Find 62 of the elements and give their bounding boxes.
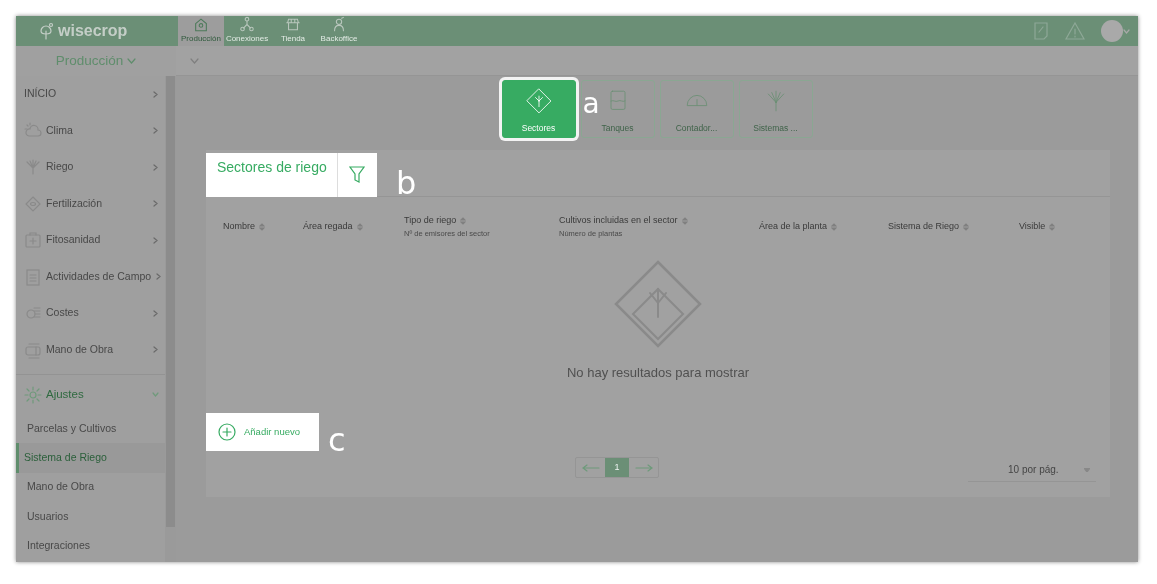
sidebar-subitem[interactable]: Parcelas y Cultivos — [16, 414, 165, 444]
column-header[interactable]: Tipo de riego — [404, 214, 467, 228]
column-header[interactable]: Visible — [1019, 220, 1056, 234]
chevron-down-icon — [190, 57, 199, 64]
arrow-right-icon — [634, 463, 653, 472]
logo-text: wisecrop — [58, 21, 128, 41]
column-header[interactable]: Sistema de Riego — [888, 220, 970, 234]
warning-icon — [1065, 22, 1085, 40]
column-header[interactable]: Área de la planta — [759, 220, 838, 234]
sidebar-subitem[interactable]: Sistema de Riego — [16, 443, 165, 473]
callout-letter: a — [582, 90, 600, 118]
filter-icon — [349, 166, 366, 184]
module-tab[interactable]: Backoffice — [316, 16, 362, 46]
sort-icon — [259, 222, 265, 231]
sidebar-item[interactable]: Fertilización — [16, 185, 165, 222]
module-tab[interactable]: Producción — [178, 16, 224, 46]
arrow-left-icon — [581, 463, 600, 472]
document-icon — [1033, 22, 1049, 40]
empty-message: No hay resultados para mostrar — [566, 363, 750, 382]
callout-letter: b — [396, 167, 417, 199]
sort-icon — [963, 222, 970, 231]
sort-icon — [460, 216, 467, 225]
sidebar-item[interactable]: Costes — [16, 295, 165, 332]
sidebar-item[interactable]: Fitosanidad — [16, 222, 165, 259]
sidebar-item[interactable]: INÍCIO — [16, 76, 165, 113]
tile-button[interactable]: Sectores — [501, 80, 576, 138]
module-tab[interactable]: Tienda — [270, 16, 316, 46]
sidebar-item[interactable]: Mano de Obra — [16, 331, 165, 368]
page-size-select[interactable]: 10 por pág. — [968, 458, 1096, 482]
tile-button[interactable]: Contador... — [659, 80, 734, 138]
sidebar-item[interactable]: Actividades de Campo — [16, 258, 165, 295]
column-header[interactable]: Nombre — [223, 220, 265, 234]
chevron-down-icon — [127, 58, 137, 64]
column-header[interactable]: Cultivos incluidas en el sector — [559, 214, 688, 228]
sort-icon — [831, 222, 838, 231]
sidebar-item[interactable]: Riego — [16, 149, 165, 186]
sidebar-subitem[interactable]: Usuarios — [16, 501, 165, 532]
module-tab[interactable]: Conexiones — [224, 16, 270, 46]
sort-icon — [356, 222, 363, 231]
caret-icon — [1123, 28, 1130, 34]
caret-icon — [1084, 467, 1090, 472]
sidebar-item[interactable]: Clima — [16, 112, 165, 149]
column-header[interactable]: Área regada — [303, 220, 363, 234]
sidebar-subitem[interactable]: Integraciones — [16, 531, 165, 561]
page-button[interactable]: 1 — [605, 458, 629, 477]
house-icon — [193, 16, 209, 33]
person-icon — [331, 16, 347, 33]
sprinkler-diamond-icon — [524, 87, 553, 115]
card-title: Sectores de riego — [216, 158, 328, 177]
plus-circle-icon — [218, 423, 236, 441]
network-icon — [239, 16, 255, 33]
tile-button[interactable]: Sistemas ... — [738, 80, 813, 138]
avatar[interactable] — [1101, 20, 1123, 42]
add-button[interactable]: Añadir nuevo — [206, 413, 319, 451]
logo-icon — [38, 22, 54, 40]
sidebar-subitem[interactable]: Mano de Obra — [16, 472, 165, 502]
sort-icon — [1049, 222, 1056, 231]
empty-sprinkler-icon — [613, 258, 703, 349]
gear-icon — [24, 385, 42, 404]
shop-icon — [285, 16, 301, 33]
callout-letter: c — [328, 424, 346, 456]
sort-icon — [681, 216, 688, 225]
